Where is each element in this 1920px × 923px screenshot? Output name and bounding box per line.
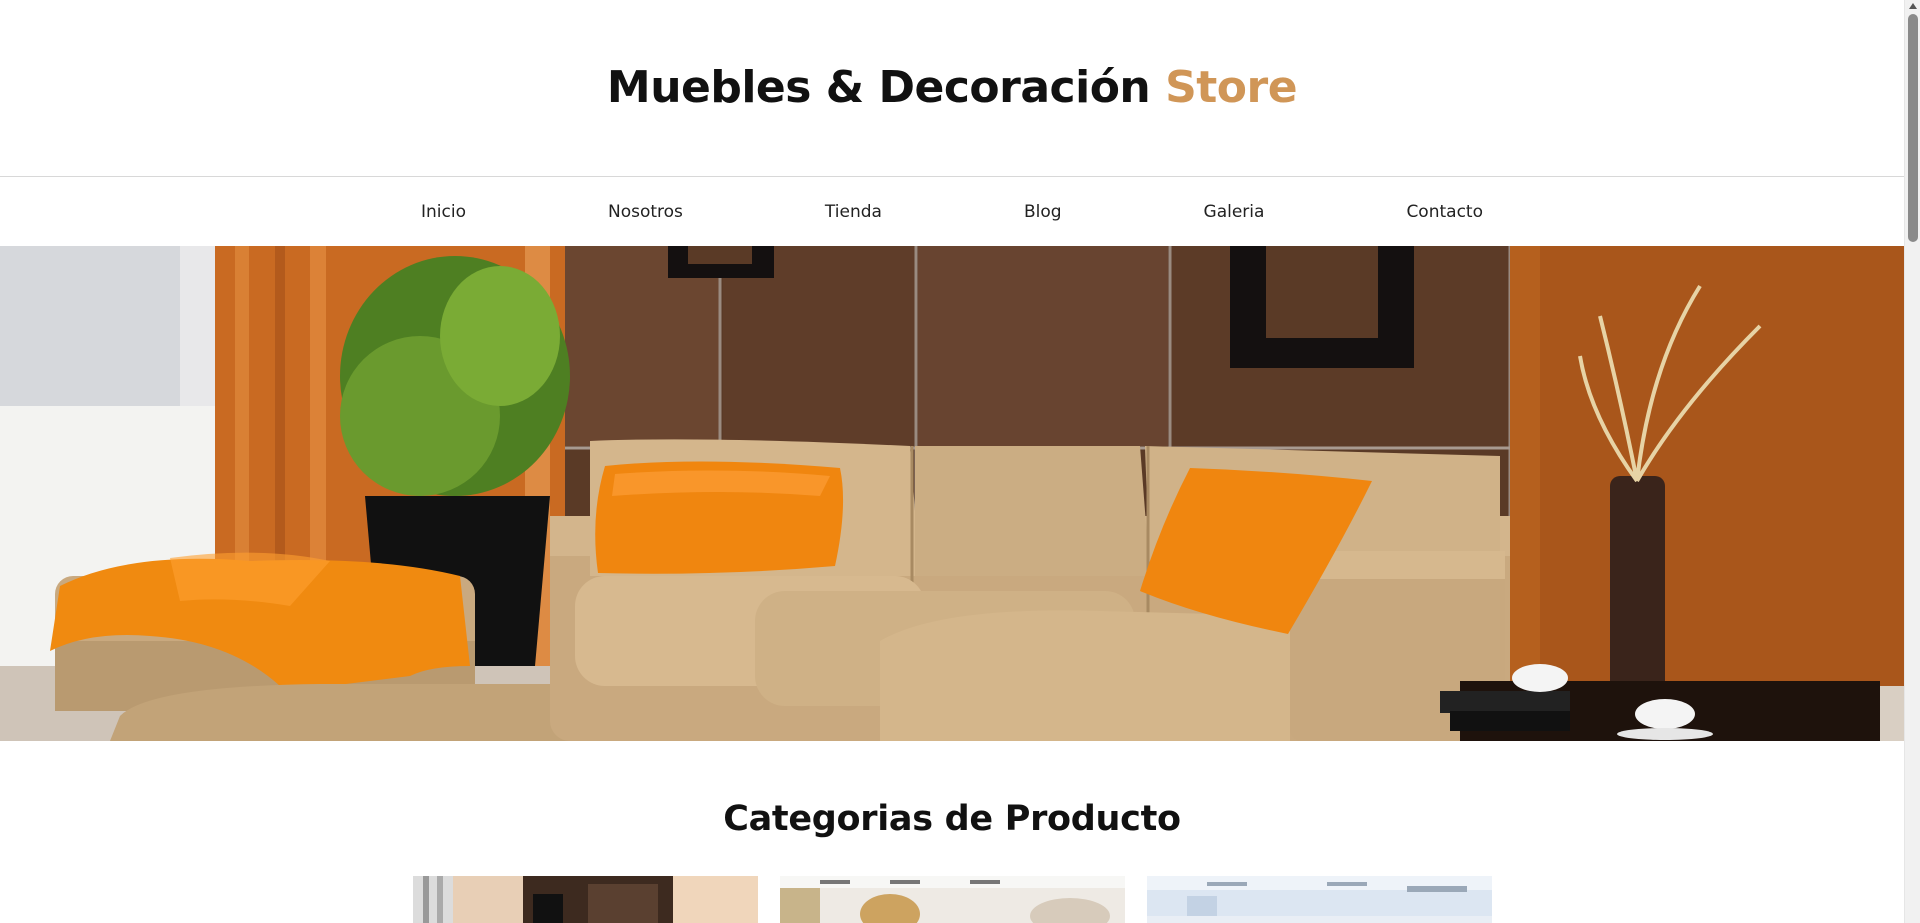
- category-image-3: [1147, 876, 1492, 923]
- hero-living-room-image: [0, 246, 1904, 741]
- hero-banner: [0, 246, 1904, 741]
- vertical-scrollbar[interactable]: [1904, 0, 1920, 923]
- categories-section: Categorias de Producto: [0, 741, 1904, 923]
- nav-link-blog[interactable]: Blog: [1024, 202, 1062, 222]
- nav-link-contacto[interactable]: Contacto: [1406, 202, 1483, 222]
- nav-link-tienda[interactable]: Tienda: [825, 202, 882, 222]
- nav-link-galeria[interactable]: Galeria: [1204, 202, 1265, 222]
- logo-main-text: Muebles & Decoración: [606, 61, 1166, 113]
- scrollbar-thumb[interactable]: [1908, 14, 1918, 242]
- categories-title: Categorias de Producto: [723, 799, 1181, 839]
- nav-link-nosotros[interactable]: Nosotros: [608, 202, 683, 222]
- site-logo[interactable]: Muebles & Decoración Store: [606, 61, 1298, 113]
- page: Muebles & Decoración Store Inicio Nosotr…: [0, 0, 1904, 923]
- main-nav: Inicio Nosotros Tienda Blog Galeria Cont…: [0, 177, 1904, 246]
- scroll-up-arrow-icon[interactable]: [1909, 3, 1917, 9]
- category-cards: [413, 876, 1492, 923]
- category-card-3[interactable]: [1147, 876, 1492, 923]
- category-card-1[interactable]: [413, 876, 758, 923]
- nav-link-inicio[interactable]: Inicio: [421, 202, 466, 222]
- category-image-1: [413, 876, 758, 923]
- category-image-2: [780, 876, 1125, 923]
- category-card-2[interactable]: [780, 876, 1125, 923]
- logo-accent-text: Store: [1165, 61, 1298, 113]
- site-header: Muebles & Decoración Store: [0, 0, 1904, 177]
